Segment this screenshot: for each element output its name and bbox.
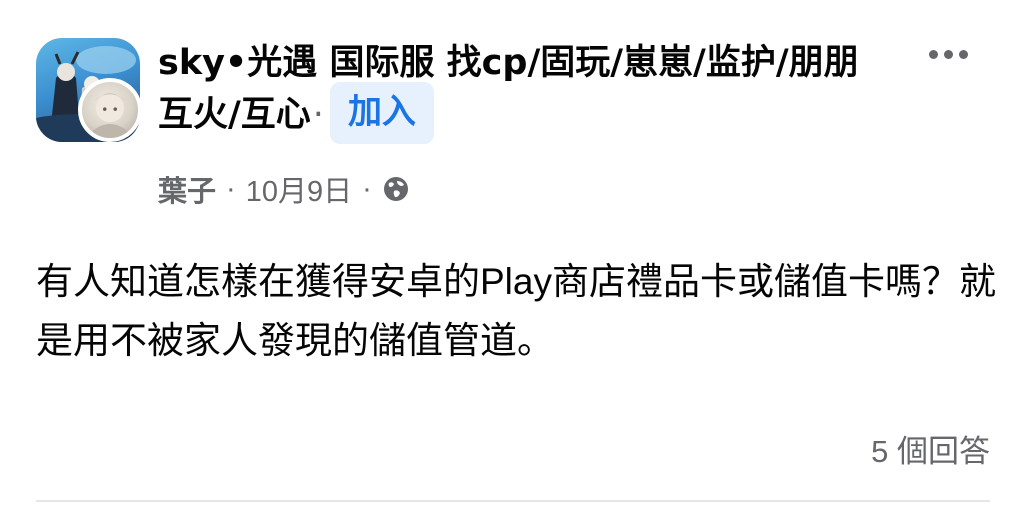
meta-separator-2: · [362,172,372,205]
author-name[interactable]: 葉子 [158,168,216,210]
group-name[interactable]: sky•光遇 国际服 找cp/固玩/崽崽/监护/朋朋 互火/互心· 加入 [158,38,878,144]
more-options-button[interactable] [920,34,976,74]
header-separator: · [312,95,324,135]
more-dots-icon [928,49,938,59]
divider [36,500,990,502]
user-avatar[interactable] [78,78,142,142]
post-card: sky•光遇 国际服 找cp/固玩/崽崽/监护/朋朋 互火/互心· 加入 葉子 ·… [0,0,1024,507]
group-name-text[interactable]: sky•光遇 国际服 找cp/固玩/崽崽/监护/朋朋 互火/互心 [158,43,859,135]
user-avatar-image [92,93,128,138]
post-body: 有人知道怎樣在獲得安卓的Play商店禮品卡或儲值卡嗎？就是用不被家人發現的儲值管… [36,261,996,361]
post-date[interactable]: 10月9日 [246,168,352,210]
post-meta: 葉子 · 10月9日 · [158,168,410,210]
answers-count-link[interactable]: 5 個回答 [871,426,990,471]
globe-icon [383,177,408,201]
meta-separator: · [226,172,236,205]
join-button[interactable]: 加入 [329,82,434,144]
